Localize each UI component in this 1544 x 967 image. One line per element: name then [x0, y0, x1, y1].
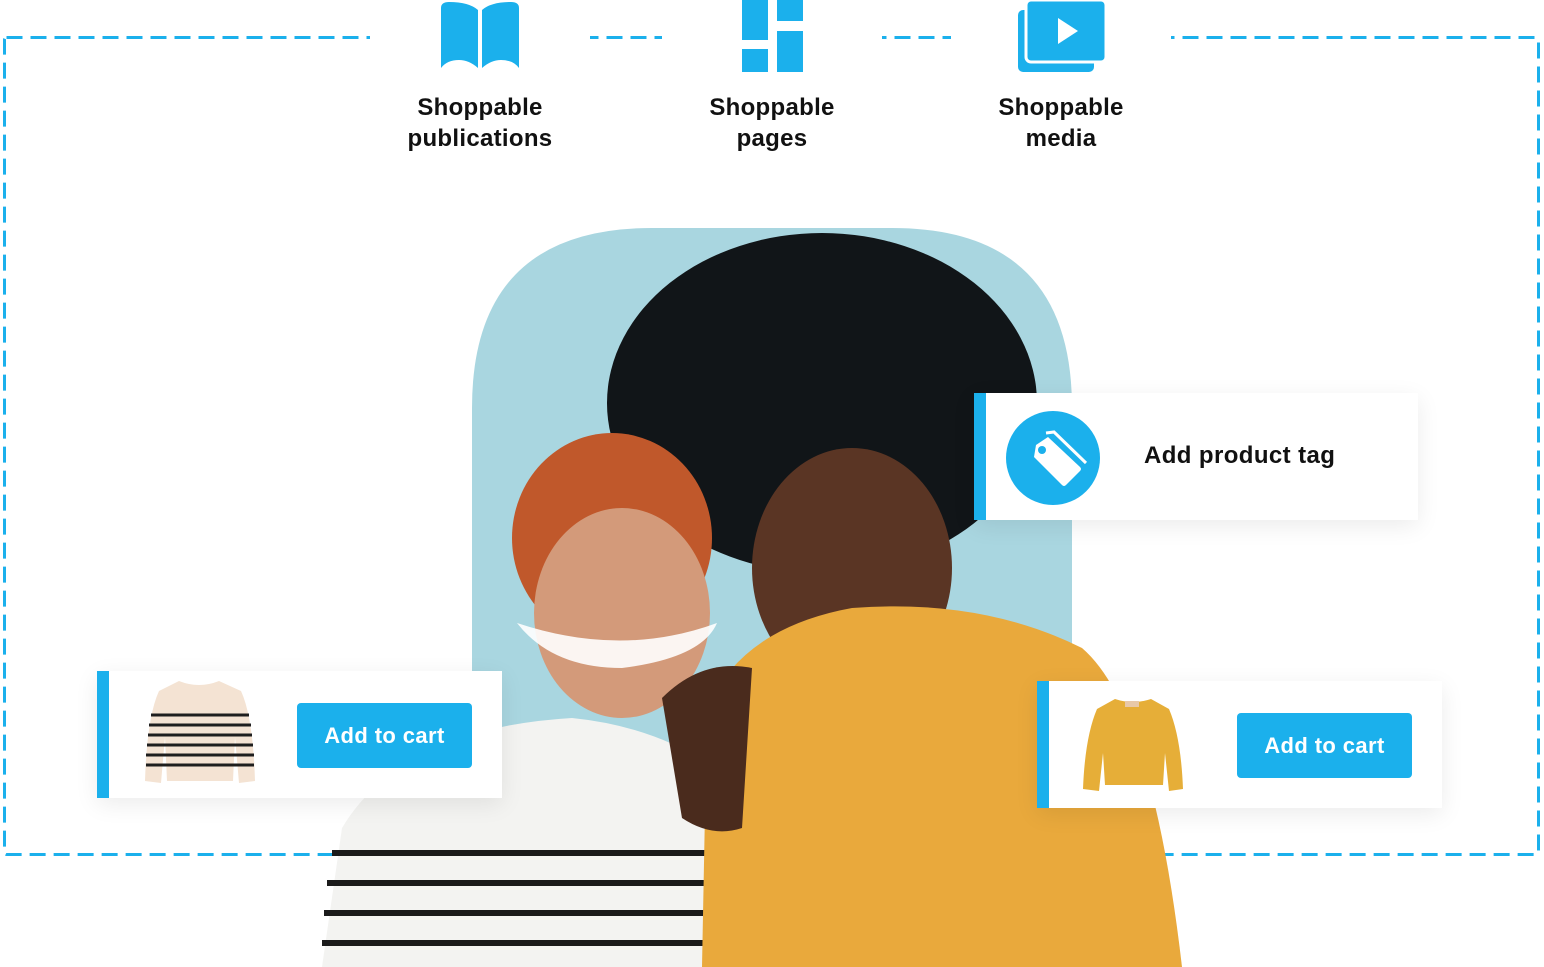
feature-shoppable-media[interactable]: Shoppable media: [951, 0, 1171, 154]
card-accent-bar: [1037, 681, 1049, 808]
add-product-tag-card[interactable]: Add product tag: [974, 393, 1418, 520]
video-play-icon: [1018, 0, 1106, 72]
card-accent-bar: [974, 393, 986, 520]
add-to-cart-button[interactable]: Add to cart: [297, 703, 472, 768]
add-to-cart-button[interactable]: Add to cart: [1237, 713, 1412, 778]
product-card-mustard-sweater: Add to cart: [1037, 681, 1442, 808]
striped-sweater-image: [145, 681, 255, 783]
book-icon: [441, 2, 519, 68]
tag-icon: [1006, 411, 1100, 505]
page-layout-icon: [742, 0, 803, 72]
feature-label: Shoppable pages: [709, 94, 835, 152]
feature-shoppable-pages[interactable]: Shoppable pages: [662, 0, 882, 154]
card-accent-bar: [97, 671, 109, 798]
add-product-tag-label: Add product tag: [1144, 442, 1336, 469]
mustard-sweater-image: [1083, 699, 1183, 791]
feature-label: Shoppable media: [998, 94, 1124, 152]
feature-label: Shoppable publications: [407, 94, 553, 152]
hero-photo: [322, 228, 1192, 967]
feature-shoppable-publications[interactable]: Shoppable publications: [370, 0, 590, 154]
product-card-striped-sweater: Add to cart: [97, 671, 502, 798]
